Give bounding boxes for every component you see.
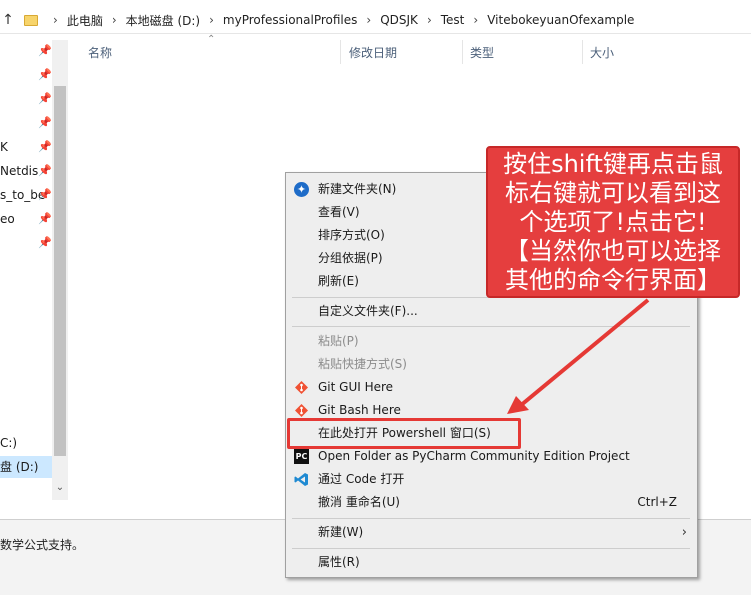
breadcrumb-test[interactable]: Test [439, 13, 467, 27]
menu-item-customize-folder[interactable]: 自定义文件夹(F)... [286, 300, 697, 323]
menu-item-label: 排序方式(O) [318, 228, 385, 242]
menu-item-open-with-code[interactable]: 通过 Code 打开 [286, 468, 697, 491]
breadcrumb-separator: › [53, 13, 58, 27]
nav-item[interactable]: eo 📌 [0, 208, 52, 230]
vscode-icon [294, 473, 308, 486]
menu-item-label: 粘贴快捷方式(S) [318, 357, 407, 371]
pin-icon: 📌 [38, 116, 52, 129]
address-bar[interactable]: ↑ › 此电脑 › 本地磁盘 (D:) › myProfessionalProf… [0, 8, 751, 32]
menu-item-label: 新建文件夹(N) [318, 182, 397, 196]
breadcrumb-separator: › [209, 13, 214, 27]
menu-item-label: 通过 Code 打开 [318, 472, 405, 486]
breadcrumb-separator: › [111, 13, 117, 27]
powershell-highlight-box [287, 418, 521, 449]
column-header-modified[interactable]: 修改日期 [349, 44, 397, 61]
nav-item[interactable]: 📌 [0, 40, 52, 62]
menu-item-label: 刷新(E) [318, 274, 359, 288]
nav-item-label: Netdis [0, 164, 39, 178]
menu-item-label: 粘贴(P) [318, 334, 359, 348]
pin-icon: 📌 [38, 68, 52, 81]
nav-item[interactable]: K 📌 [0, 136, 52, 158]
callout-text: 个选项了!点击它! [519, 208, 707, 236]
status-text: 数学公式支持。 [0, 538, 85, 552]
breadcrumb-separator: › [366, 13, 372, 27]
breadcrumb-drive-d[interactable]: 本地磁盘 (D:) [124, 12, 202, 29]
menu-item-label: Git GUI Here [318, 380, 394, 394]
new-folder-icon: ✦ [294, 182, 309, 197]
pin-icon: 📌 [38, 140, 52, 153]
nav-item[interactable]: Netdis 📌 [0, 160, 52, 182]
menu-item-new[interactable]: 新建(W) › [286, 521, 697, 544]
nav-item-label: C:) [0, 436, 18, 450]
sort-arrow-icon: ⌃ [207, 34, 216, 45]
menu-item-label: 新建(W) [318, 525, 364, 539]
annotation-callout: 按住shift键再点击鼠 标右键就可以看到这 个选项了!点击它! 【当然你也可以… [486, 146, 740, 298]
menu-item-paste-shortcut: 粘贴快捷方式(S) [286, 353, 697, 376]
callout-text: 标右键就可以看到这 [505, 179, 721, 207]
pin-icon: 📌 [38, 164, 52, 177]
nav-item[interactable]: 📌 [0, 64, 52, 86]
divider [0, 33, 751, 34]
callout-text: 【当然你也可以选择 [505, 237, 721, 265]
breadcrumb-separator: › [473, 13, 479, 27]
menu-item-label: 自定义文件夹(F)... [318, 304, 418, 318]
menu-separator [292, 548, 690, 549]
pin-icon: 📌 [38, 212, 52, 225]
column-header-type[interactable]: 类型 [470, 44, 494, 61]
submenu-arrow-icon: › [681, 525, 687, 540]
column-divider[interactable] [340, 40, 341, 64]
git-icon [295, 381, 308, 394]
folder-icon [24, 14, 38, 26]
pin-icon: 📌 [38, 92, 52, 105]
menu-item-paste: 粘贴(P) [286, 330, 697, 353]
pin-icon: 📌 [38, 188, 52, 201]
breadcrumb: › 此电脑 › 本地磁盘 (D:) › myProfessionalProfil… [46, 12, 636, 29]
pin-icon: 📌 [38, 44, 52, 57]
nav-item[interactable]: 📌 [0, 112, 52, 134]
menu-item-properties[interactable]: 属性(R) [286, 551, 697, 574]
callout-text: 按住shift键再点击鼠 [503, 150, 723, 178]
menu-item-git-gui[interactable]: Git GUI Here [286, 376, 697, 399]
menu-item-label: 分组依据(P) [318, 251, 383, 265]
column-header-size[interactable]: 大小 [590, 44, 614, 61]
column-divider[interactable] [582, 40, 583, 64]
nav-item-drive-d[interactable]: 盘 (D:) [0, 456, 52, 478]
menu-item-label: 撤消 重命名(U) [318, 495, 400, 509]
nav-item-label: 盘 (D:) [0, 460, 39, 474]
menu-separator [292, 518, 690, 519]
pycharm-icon: PC [294, 449, 309, 464]
nav-item[interactable]: s_to_be 📌 [0, 184, 52, 206]
up-arrow-icon[interactable]: ↑ [0, 12, 16, 28]
breadcrumb-current-folder[interactable]: VitebokeyuanOfexample [485, 13, 636, 27]
breadcrumb-separator: › [426, 13, 432, 27]
menu-separator [292, 326, 690, 327]
nav-item[interactable]: 📌 [0, 88, 52, 110]
breadcrumb-profiles[interactable]: myProfessionalProfiles [221, 13, 359, 27]
breadcrumb-this-pc[interactable]: 此电脑 [65, 12, 105, 29]
scroll-down-arrow-icon[interactable]: ⌄ [52, 480, 68, 496]
shortcut-label: Ctrl+Z [637, 495, 677, 509]
nav-scrollbar-thumb[interactable] [54, 86, 66, 456]
nav-item-label: K [0, 140, 8, 154]
column-header-name[interactable]: 名称 [88, 44, 112, 61]
nav-item[interactable]: 📌 [0, 232, 52, 254]
pin-icon: 📌 [38, 236, 52, 249]
breadcrumb-qdsjk[interactable]: QDSJK [378, 13, 420, 27]
menu-item-label: 查看(V) [318, 205, 360, 219]
column-divider[interactable] [462, 40, 463, 64]
menu-item-label: 属性(R) [318, 555, 360, 569]
menu-item-undo-rename[interactable]: 撤消 重命名(U) Ctrl+Z [286, 491, 697, 514]
nav-item-label: eo [0, 212, 15, 226]
callout-text: 其他的命令行界面】 [505, 266, 721, 294]
nav-item-drive-c[interactable]: C:) [0, 432, 52, 454]
git-icon [295, 404, 308, 417]
